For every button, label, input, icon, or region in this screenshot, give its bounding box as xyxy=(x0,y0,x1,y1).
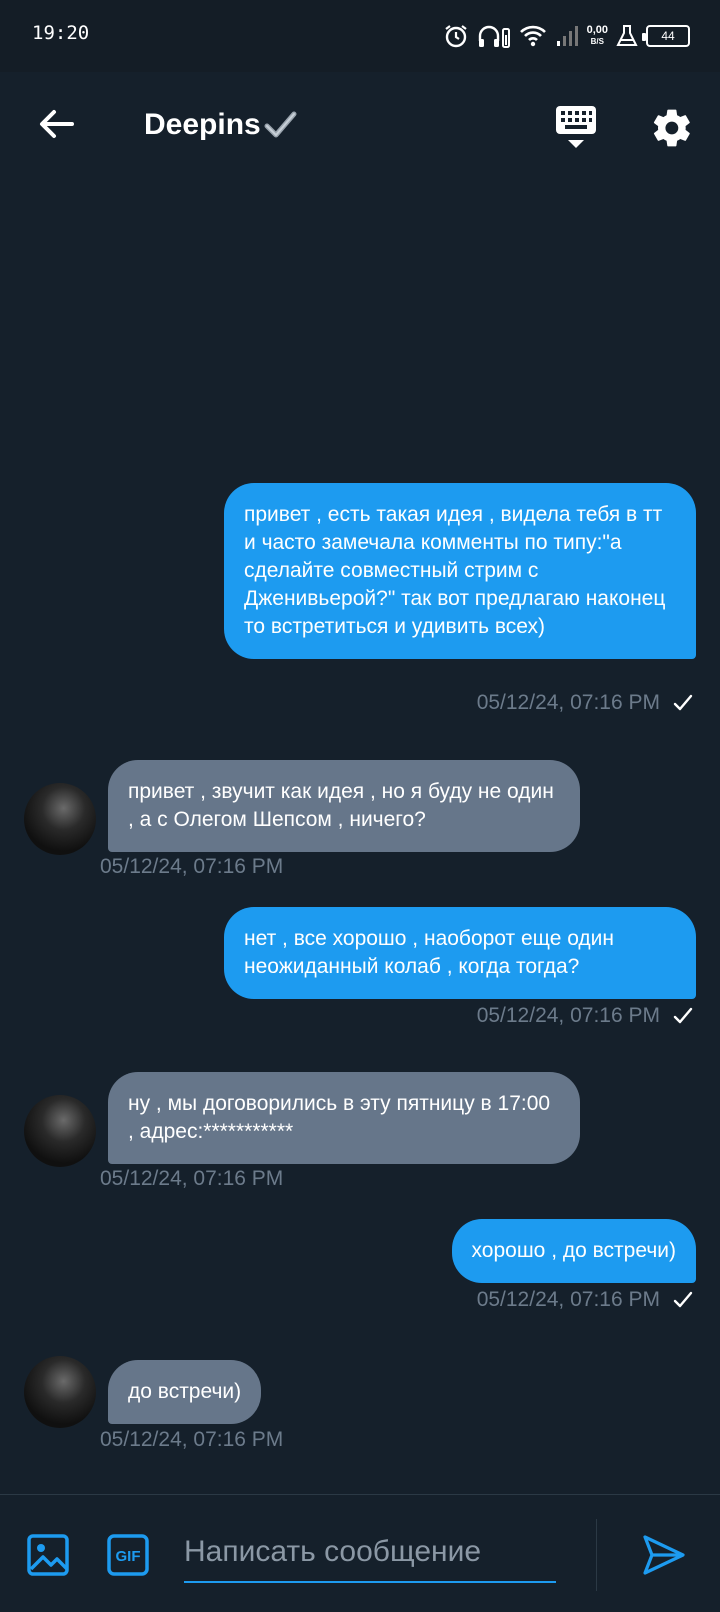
message-meta: 05/12/24, 07:16 PM xyxy=(477,1004,694,1028)
check-icon xyxy=(673,1007,693,1024)
outgoing-message-bubble[interactable]: привет , есть такая идея , видела тебя в… xyxy=(224,483,696,659)
net-speed: 0,00 B/S xyxy=(587,25,608,47)
message-text: до встречи) xyxy=(128,1380,242,1403)
gif-icon[interactable]: GIF xyxy=(106,1533,150,1577)
message-timestamp: 05/12/24, 07:16 PM xyxy=(100,855,284,878)
net-speed-unit: B/S xyxy=(590,37,604,46)
outgoing-message-bubble[interactable]: хорошо , до встречи) xyxy=(451,1219,696,1283)
signal-icon xyxy=(556,26,578,46)
message-timestamp: 05/12/24, 07:16 PM xyxy=(100,1167,284,1190)
arrow-left-icon[interactable] xyxy=(36,104,76,144)
message-meta: 05/12/24, 07:16 PM xyxy=(477,691,694,715)
message-timestamp: 05/12/24, 07:16 PM xyxy=(476,1004,660,1027)
send-icon[interactable] xyxy=(640,1531,688,1579)
status-time: 19:20 xyxy=(32,22,90,44)
avatar[interactable] xyxy=(24,783,96,855)
conversation-header: Deepins xyxy=(0,72,720,184)
flask-icon xyxy=(616,25,638,46)
message-text: привет , есть такая идея , видела тебя в… xyxy=(244,503,666,638)
message-meta: 05/12/24, 07:16 PM xyxy=(100,1428,283,1452)
check-mark-icon xyxy=(264,111,297,138)
svg-text:GIF: GIF xyxy=(116,1548,141,1565)
outgoing-message-bubble[interactable]: нет , все хорошо , наоборот еще один нео… xyxy=(224,907,696,999)
conversation-title[interactable]: Deepins xyxy=(144,108,297,142)
message-meta: 05/12/24, 07:16 PM xyxy=(100,1167,283,1191)
message-text: ну , мы договорились в эту пятницу в 17:… xyxy=(128,1092,551,1143)
status-bar: 19:20 0,00 B/S 44 xyxy=(0,0,720,72)
battery-level: 44 xyxy=(661,29,675,43)
message-timestamp: 05/12/24, 07:16 PM xyxy=(476,691,660,714)
incoming-message-bubble[interactable]: привет , звучит как идея , но я буду не … xyxy=(108,760,580,852)
status-icons: 0,00 B/S 44 xyxy=(443,20,690,52)
message-text: нет , все хорошо , наоборот еще один нео… xyxy=(244,927,615,978)
composer-divider xyxy=(596,1519,597,1591)
conversation-title-text: Deepins xyxy=(144,108,261,141)
image-icon[interactable] xyxy=(26,1533,70,1577)
message-meta: 05/12/24, 07:16 PM xyxy=(100,855,283,879)
message-timestamp: 05/12/24, 07:16 PM xyxy=(476,1288,660,1311)
message-list[interactable]: привет , есть такая идея , видела тебя в… xyxy=(0,184,720,1494)
message-input[interactable] xyxy=(184,1523,556,1583)
net-speed-value: 0,00 xyxy=(586,24,608,36)
wifi-icon xyxy=(519,25,546,47)
avatar[interactable] xyxy=(24,1095,96,1167)
message-timestamp: 05/12/24, 07:16 PM xyxy=(100,1428,284,1451)
message-meta: 05/12/24, 07:16 PM xyxy=(477,1288,694,1312)
keyboard-icon[interactable] xyxy=(554,104,598,150)
avatar[interactable] xyxy=(24,1356,96,1428)
message-composer: GIF xyxy=(0,1494,720,1612)
incoming-message-bubble[interactable]: до встречи) xyxy=(108,1360,262,1424)
message-text: привет , звучит как идея , но я буду не … xyxy=(128,780,554,831)
headphones-icon xyxy=(478,25,510,48)
incoming-message-bubble[interactable]: ну , мы договорились в эту пятницу в 17:… xyxy=(108,1072,580,1164)
check-icon xyxy=(673,694,693,711)
check-icon xyxy=(673,1291,693,1308)
message-text: хорошо , до встречи) xyxy=(471,1239,676,1262)
gear-icon[interactable] xyxy=(650,106,694,150)
alarm-icon xyxy=(444,25,467,48)
battery-icon: 44 xyxy=(642,25,690,47)
